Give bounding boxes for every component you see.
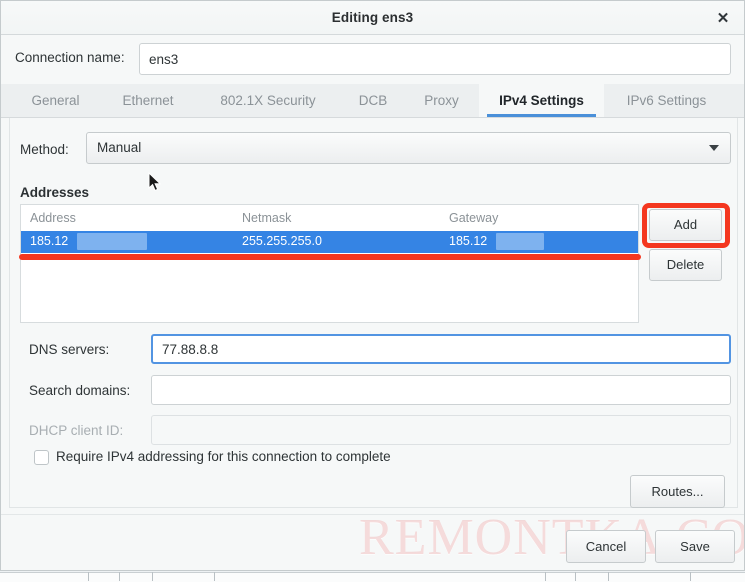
tab-proxy[interactable]: Proxy: [404, 84, 479, 117]
edit-connection-dialog: Editing ens3 ✕ Connection name: General …: [0, 0, 745, 571]
tab-active-underline: [487, 114, 596, 117]
tab-ipv4-settings[interactable]: IPv4 Settings: [479, 84, 604, 117]
background-window-divider: [575, 572, 576, 581]
dialog-title: Editing ens3: [331, 10, 414, 25]
add-address-button[interactable]: Add: [649, 209, 722, 241]
ipv4-settings-pane: Method: Manual Addresses Address Netmask…: [1, 118, 744, 514]
background-window-divider: [690, 572, 691, 581]
background-window-divider: [608, 572, 609, 581]
method-label: Method:: [20, 142, 69, 157]
settings-tabbar: General Ethernet 802.1X Security DCB Pro…: [1, 84, 744, 118]
background-window-divider: [88, 572, 89, 581]
tab-ethernet[interactable]: Ethernet: [102, 84, 194, 117]
routes-button[interactable]: Routes...: [630, 475, 725, 508]
close-icon[interactable]: ✕: [713, 9, 733, 29]
connection-name-row: Connection name:: [1, 36, 744, 83]
tab-general[interactable]: General: [9, 84, 102, 117]
delete-address-button[interactable]: Delete: [649, 249, 722, 281]
dialog-titlebar: Editing ens3 ✕: [1, 1, 744, 35]
tab-ipv4-settings-label: IPv4 Settings: [499, 93, 584, 108]
tab-ipv6-settings[interactable]: IPv6 Settings: [604, 84, 729, 117]
redaction-mask-address: [77, 233, 147, 250]
background-window-divider: [119, 572, 120, 581]
tab-dcb[interactable]: DCB: [342, 84, 404, 117]
addresses-table[interactable]: Address Netmask Gateway 185.12 255.255.2…: [20, 204, 639, 323]
background-window-divider: [214, 572, 215, 581]
tab-8021x-security[interactable]: 802.1X Security: [194, 84, 342, 117]
require-ipv4-checkbox[interactable]: [34, 450, 49, 465]
search-domains-input[interactable]: [151, 375, 731, 405]
table-row[interactable]: 185.12 255.255.255.0 185.12: [21, 231, 638, 253]
addresses-section-title: Addresses: [20, 185, 90, 200]
chevron-down-icon: [709, 145, 719, 151]
save-button[interactable]: Save: [655, 530, 735, 563]
cell-gateway: 185.12: [449, 234, 488, 248]
dns-servers-input[interactable]: [151, 334, 731, 364]
dhcp-client-id-input: [151, 415, 731, 445]
column-header-netmask: Netmask: [242, 211, 292, 225]
addresses-table-header: Address Netmask Gateway: [21, 205, 638, 231]
background-window-divider: [152, 572, 153, 581]
column-header-gateway: Gateway: [449, 211, 499, 225]
connection-name-input[interactable]: [139, 43, 731, 75]
search-domains-label: Search domains:: [29, 383, 131, 398]
dhcp-client-id-label: DHCP client ID:: [29, 423, 124, 438]
cancel-button[interactable]: Cancel: [566, 530, 646, 563]
require-ipv4-label: Require IPv4 addressing for this connect…: [56, 449, 391, 464]
method-selected-value: Manual: [97, 140, 142, 155]
column-header-address: Address: [30, 211, 76, 225]
cell-netmask: 255.255.255.0: [242, 234, 322, 248]
background-window-divider: [545, 572, 546, 581]
method-select[interactable]: Manual: [86, 132, 731, 164]
redaction-mask-gateway: [496, 233, 544, 250]
dns-servers-label: DNS servers:: [29, 342, 110, 357]
connection-name-label: Connection name:: [15, 50, 125, 65]
cell-address: 185.12: [30, 234, 69, 248]
